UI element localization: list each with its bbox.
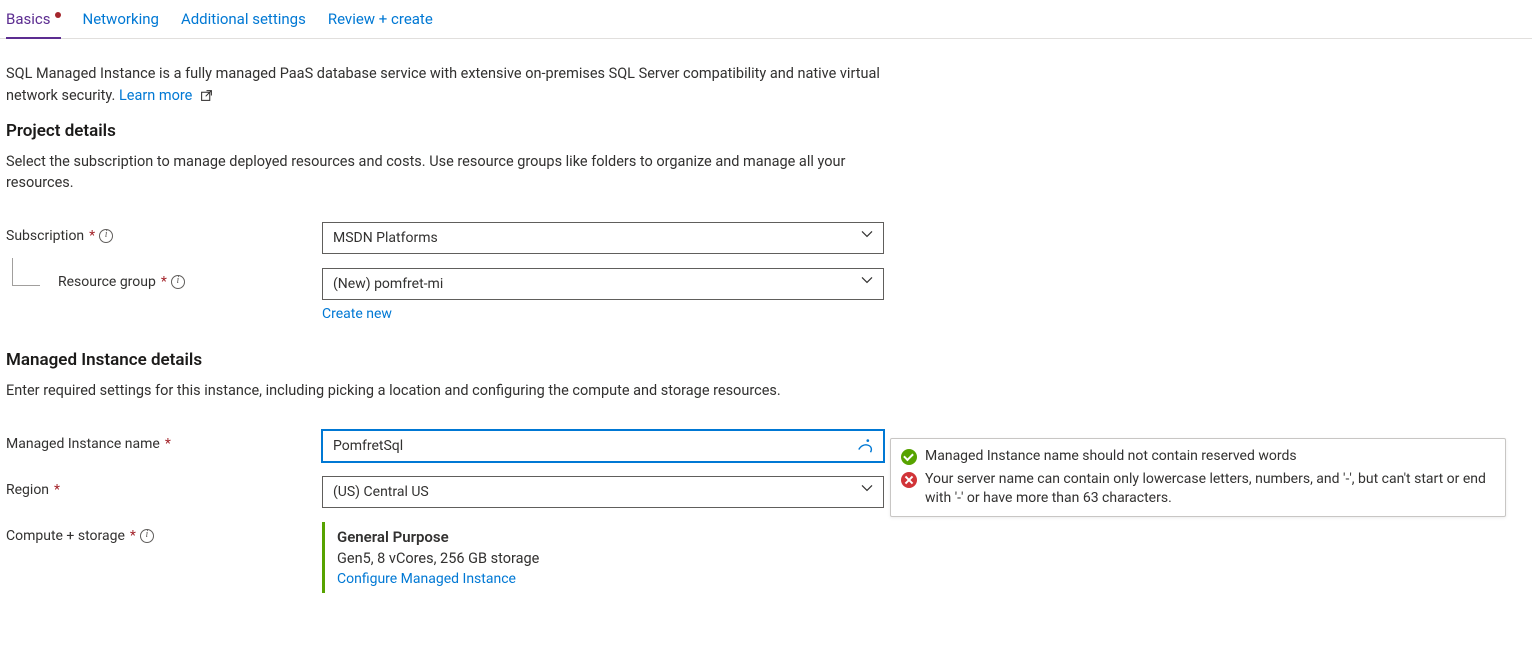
compute-tier: General Purpose: [337, 528, 884, 546]
compute-summary: General Purpose Gen5, 8 vCores, 256 GB s…: [322, 522, 884, 593]
region-label: Region *: [6, 476, 322, 498]
tab-networking[interactable]: Networking: [83, 4, 159, 38]
tree-branch-icon: [12, 258, 40, 286]
section-project-details-heading: Project details: [6, 121, 1494, 141]
info-icon[interactable]: [171, 275, 185, 289]
error-icon: [901, 472, 917, 488]
label-text: Region: [6, 482, 49, 498]
resource-group-select[interactable]: (New) pomfret-mi: [322, 268, 884, 300]
success-icon: [901, 449, 917, 465]
required-asterisk: *: [89, 228, 95, 244]
label-text: Compute + storage: [6, 528, 125, 544]
tab-additional-settings[interactable]: Additional settings: [181, 4, 306, 38]
label-text: Managed Instance name: [6, 436, 160, 452]
external-link-icon: [200, 87, 213, 100]
learn-more-label: Learn more: [119, 87, 192, 104]
select-value: (US) Central US: [333, 484, 429, 500]
chevron-down-icon: [861, 274, 873, 290]
tab-error-dot-icon: [55, 12, 61, 18]
learn-more-link[interactable]: Learn more: [119, 87, 213, 104]
chevron-down-icon: [861, 228, 873, 244]
required-asterisk: *: [54, 482, 60, 498]
label-text: Subscription: [6, 228, 84, 244]
instance-name-input[interactable]: PomfretSql: [322, 430, 884, 462]
subscription-label: Subscription *: [6, 222, 322, 244]
validating-icon: [857, 437, 875, 455]
configure-instance-link[interactable]: Configure Managed Instance: [337, 571, 884, 587]
info-icon[interactable]: [140, 529, 154, 543]
resource-group-label: Resource group *: [6, 268, 322, 290]
validation-ok-text: Managed Instance name should not contain…: [925, 447, 1297, 466]
project-details-desc: Select the subscription to manage deploy…: [6, 151, 886, 195]
region-select[interactable]: (US) Central US: [322, 476, 884, 508]
text-caret: [403, 439, 404, 455]
select-value: MSDN Platforms: [333, 230, 438, 246]
validation-callout: Managed Instance name should not contain…: [890, 438, 1506, 517]
label-text: Resource group: [58, 274, 156, 290]
subscription-select[interactable]: MSDN Platforms: [322, 222, 884, 254]
section-instance-details-heading: Managed Instance details: [6, 350, 1494, 370]
input-value: PomfretSql: [333, 438, 403, 454]
compute-spec: Gen5, 8 vCores, 256 GB storage: [337, 550, 884, 567]
info-icon[interactable]: [99, 229, 113, 243]
instance-name-label: Managed Instance name *: [6, 430, 322, 452]
instance-details-desc: Enter required settings for this instanc…: [6, 380, 886, 402]
select-value: (New) pomfret-mi: [333, 276, 443, 292]
create-new-link[interactable]: Create new: [322, 306, 884, 322]
tab-label: Basics: [6, 10, 51, 28]
required-asterisk: *: [130, 528, 136, 544]
validation-error-text: Your server name can contain only lowerc…: [925, 470, 1495, 508]
intro-text: SQL Managed Instance is a fully managed …: [6, 63, 906, 107]
compute-storage-label: Compute + storage *: [6, 522, 322, 544]
tabs: Basics Networking Additional settings Re…: [0, 0, 1532, 39]
tab-review-create[interactable]: Review + create: [328, 4, 433, 38]
chevron-down-icon: [861, 482, 873, 498]
tab-basics[interactable]: Basics: [6, 4, 61, 38]
required-asterisk: *: [165, 436, 171, 452]
required-asterisk: *: [161, 274, 167, 290]
